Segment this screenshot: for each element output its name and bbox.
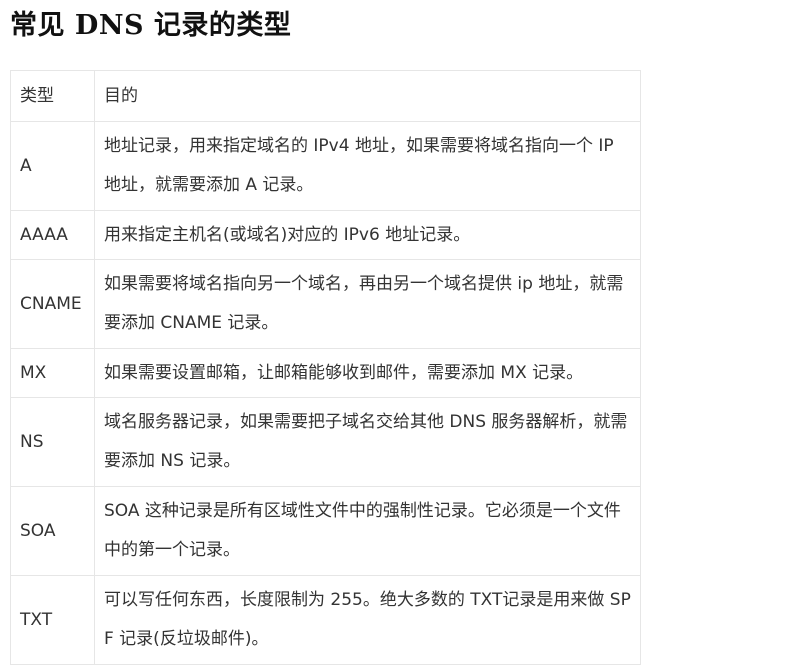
- table-row: MX 如果需要设置邮箱，让邮箱能够收到邮件，需要添加 MX 记录。: [10, 348, 641, 398]
- table-row: AAAA 用来指定主机名(或域名)对应的 IPv6 地址记录。: [10, 210, 641, 260]
- table-row: CNAME 如果需要将域名指向另一个域名，再由另一个域名提供 ip 地址，就需要…: [10, 259, 641, 349]
- page-title: 常见 DNS 记录的类型: [10, 10, 292, 41]
- record-purpose-cell: 域名服务器记录，如果需要把子域名交给其他 DNS 服务器解析，就需要添加 NS …: [94, 397, 641, 487]
- dns-record-types-table: 类型 目的 A 地址记录，用来指定域名的 IPv4 地址，如果需要将域名指向一个…: [10, 70, 641, 665]
- record-purpose-cell: 地址记录，用来指定域名的 IPv4 地址，如果需要将域名指向一个 IP 地址，就…: [94, 121, 641, 211]
- record-type-cell: CNAME: [10, 259, 95, 349]
- column-header-purpose: 目的: [94, 70, 641, 122]
- record-type-cell: SOA: [10, 486, 95, 576]
- table-row: TXT 可以写任何东西，长度限制为 255。绝大多数的 TXT记录是用来做 SP…: [10, 575, 641, 665]
- table-row: NS 域名服务器记录，如果需要把子域名交给其他 DNS 服务器解析，就需要添加 …: [10, 397, 641, 487]
- record-purpose-cell: 可以写任何东西，长度限制为 255。绝大多数的 TXT记录是用来做 SPF 记录…: [94, 575, 641, 665]
- record-purpose-cell: 如果需要将域名指向另一个域名，再由另一个域名提供 ip 地址，就需要添加 CNA…: [94, 259, 641, 349]
- table-row: SOA SOA 这种记录是所有区域性文件中的强制性记录。它必须是一个文件中的第一…: [10, 486, 641, 576]
- record-purpose-cell: 如果需要设置邮箱，让邮箱能够收到邮件，需要添加 MX 记录。: [94, 348, 641, 398]
- record-type-cell: NS: [10, 397, 95, 487]
- record-type-cell: TXT: [10, 575, 95, 665]
- record-type-cell: AAAA: [10, 210, 95, 260]
- column-header-type: 类型: [10, 70, 95, 122]
- record-purpose-cell: 用来指定主机名(或域名)对应的 IPv6 地址记录。: [94, 210, 641, 260]
- table-row: A 地址记录，用来指定域名的 IPv4 地址，如果需要将域名指向一个 IP 地址…: [10, 121, 641, 211]
- record-type-cell: MX: [10, 348, 95, 398]
- record-purpose-cell: SOA 这种记录是所有区域性文件中的强制性记录。它必须是一个文件中的第一个记录。: [94, 486, 641, 576]
- record-type-cell: A: [10, 121, 95, 211]
- table-header-row: 类型 目的: [10, 70, 641, 122]
